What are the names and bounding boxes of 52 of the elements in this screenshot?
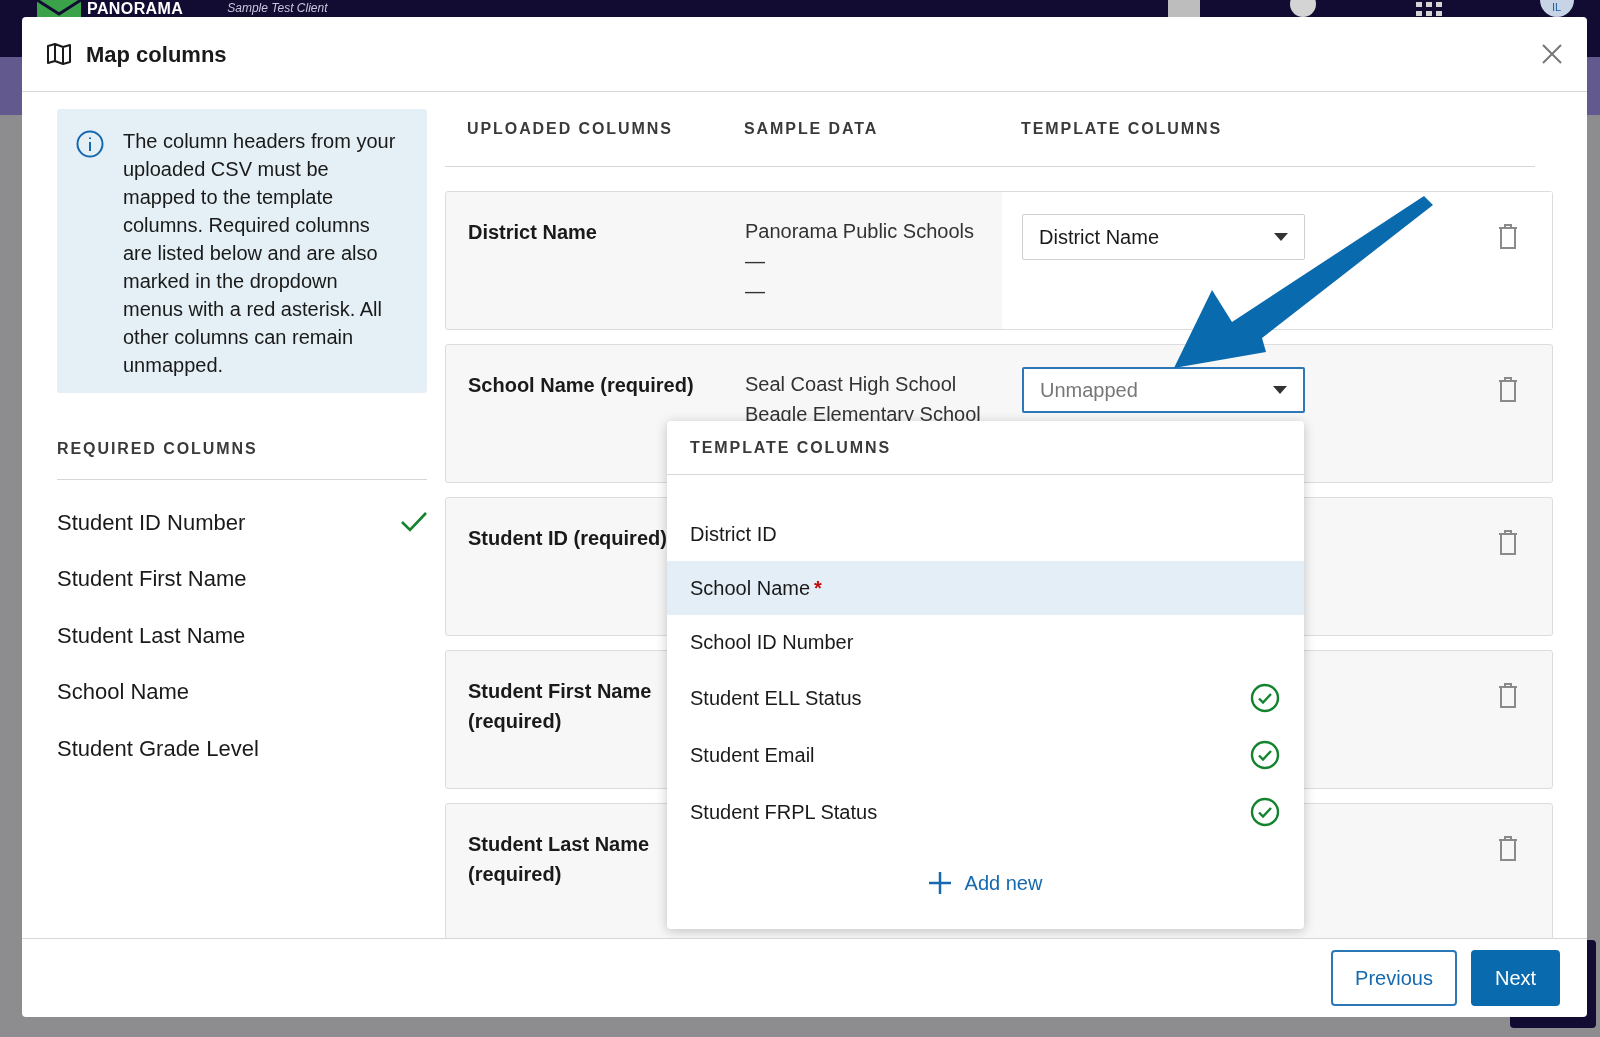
info-text: The column headers from your uploaded CSV must be mapped to the template columns. Required columns are listed below and are also marked in the dropdown menus with a red asterisk. All other columns can remain unmapped. — [123, 129, 397, 378]
dropdown-option[interactable]: School Name * — [667, 561, 1304, 615]
close-icon[interactable] — [1541, 43, 1563, 65]
caret-icon — [1274, 233, 1288, 241]
uploaded-column: School Name (required) — [468, 374, 694, 396]
dropdown-option[interactable]: Student FRPL Status — [667, 783, 1304, 840]
check-circle-icon — [1250, 682, 1280, 713]
plus-icon — [928, 871, 951, 894]
client-name: Sample Test Client — [227, 0, 328, 17]
required-column: Student Last Name — [57, 618, 246, 652]
column-header: UPLOADED COLUMNS — [467, 119, 674, 139]
toolbar-button[interactable] — [1167, 0, 1200, 17]
add-new-button[interactable]: Add new — [928, 867, 1043, 898]
required-column: Student Grade Level — [57, 731, 259, 765]
sample-value: — — [745, 249, 766, 274]
trash-icon[interactable] — [1498, 377, 1518, 403]
caret-icon — [1273, 386, 1287, 394]
required-columns-heading: REQUIRED COLUMNS — [57, 439, 259, 459]
required-column: Student ID Number — [57, 505, 246, 539]
info-icon — [76, 130, 104, 158]
required-column: School Name — [57, 675, 190, 709]
dropdown-option[interactable]: School ID Number — [667, 615, 1304, 669]
column-header: TEMPLATE COLUMNS — [1021, 119, 1224, 139]
sample-value: — — [745, 279, 766, 304]
template-select[interactable]: District Name — [1022, 214, 1305, 260]
check-circle-icon — [1250, 739, 1280, 770]
apps-grid-icon[interactable] — [1415, 1, 1442, 16]
dropdown-option[interactable]: Student ELL Status — [667, 669, 1304, 726]
help-icon[interactable] — [1289, 0, 1316, 17]
dropdown-heading: TEMPLATE COLUMNS — [667, 421, 1304, 475]
trash-icon[interactable] — [1498, 683, 1518, 709]
sample-value: Panorama Public Schools — [745, 219, 975, 244]
previous-button[interactable]: Previous — [1331, 950, 1457, 1006]
column-header: SAMPLE DATA — [744, 119, 880, 139]
sample-value: Seal Coast High School — [745, 372, 958, 397]
dialog-title: Map columns — [86, 40, 227, 69]
trash-icon[interactable] — [1498, 836, 1518, 862]
map-icon — [46, 42, 72, 66]
uploaded-column: Student ID (required) — [468, 527, 667, 549]
template-select[interactable]: Unmapped — [1022, 367, 1305, 413]
dropdown-option[interactable]: Student Email — [667, 726, 1304, 783]
dropdown-option[interactable]: District ID — [667, 507, 1304, 561]
trash-icon[interactable] — [1498, 224, 1518, 250]
logo-text: PANORAMA — [87, 0, 184, 17]
trash-icon[interactable] — [1498, 530, 1518, 556]
uploaded-column: Student Last Name (required) — [468, 833, 650, 885]
uploaded-column: District Name — [468, 221, 597, 243]
check-circle-icon — [1250, 796, 1280, 827]
required-column: Student First Name — [57, 562, 247, 596]
user-avatar[interactable]: IL — [1539, 0, 1574, 17]
next-button[interactable]: Next — [1471, 950, 1560, 1006]
uploaded-column: Student First Name (required) — [468, 680, 652, 732]
